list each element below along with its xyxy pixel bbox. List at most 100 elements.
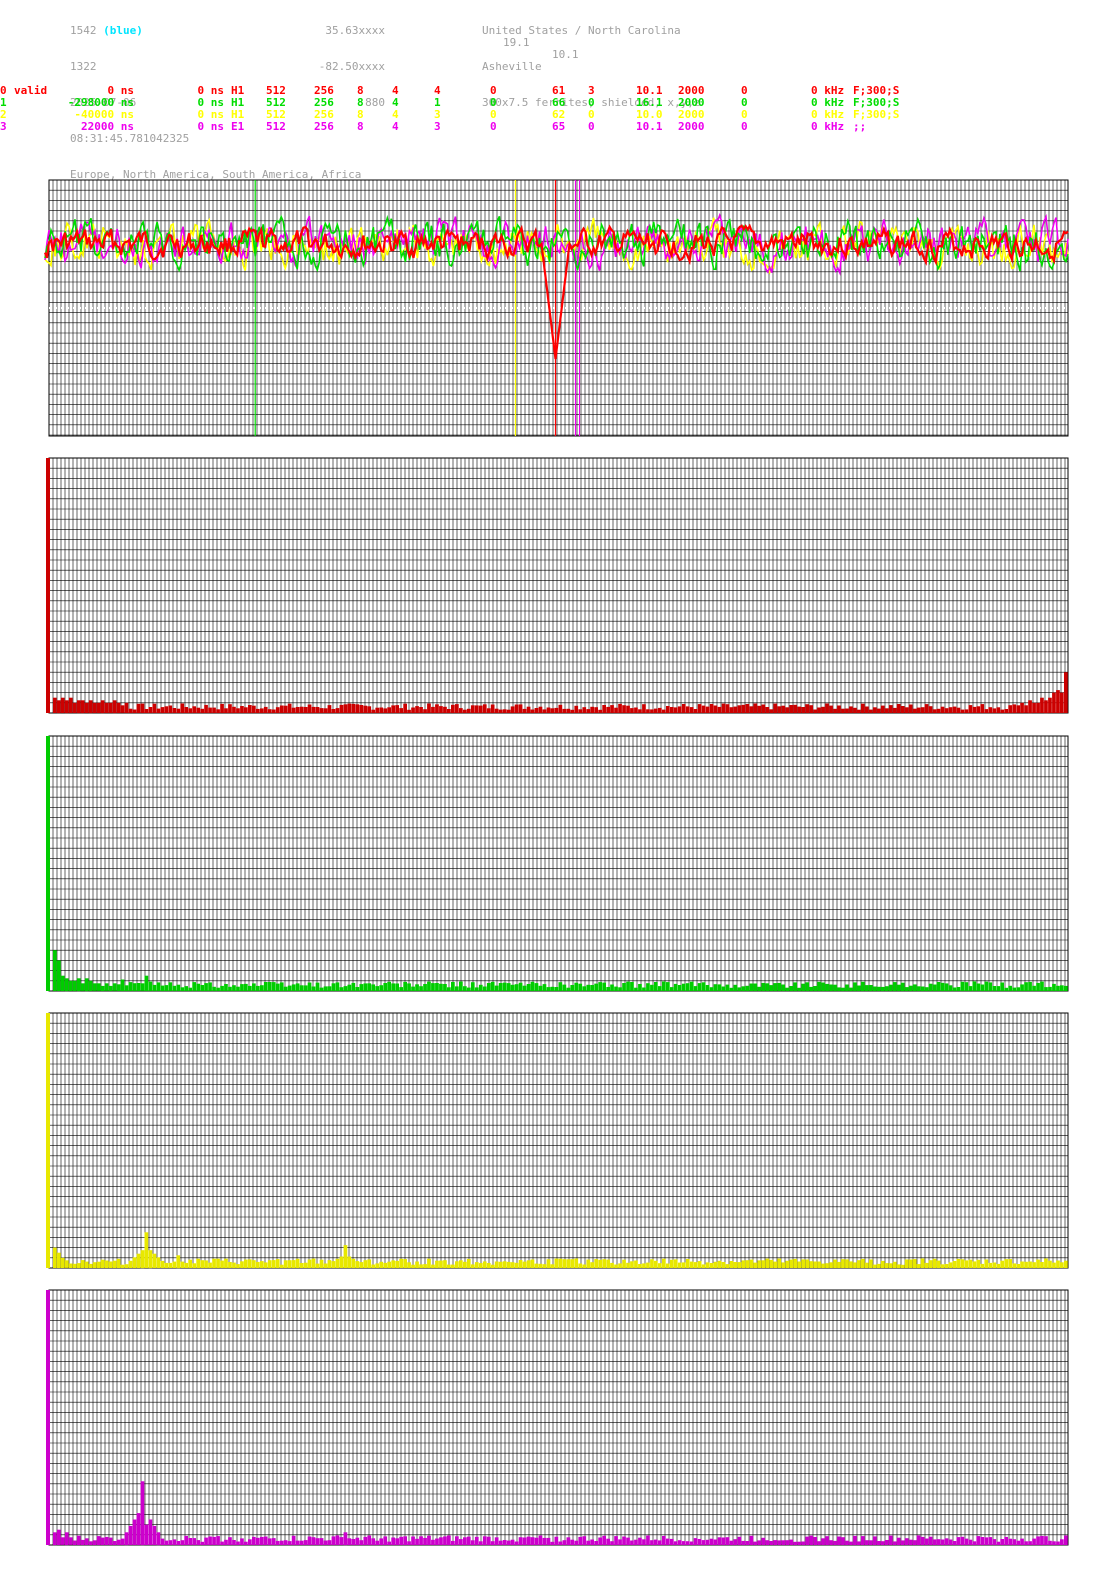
- hist-bar: [932, 984, 937, 991]
- hist-bar: [614, 1264, 618, 1268]
- hist-bar: [443, 706, 447, 713]
- level-dot: [349, 307, 351, 309]
- hist-bar: [502, 982, 507, 991]
- level-dot: [133, 307, 135, 309]
- hist-bar: [650, 709, 654, 713]
- hist-bar: [662, 709, 666, 713]
- hist-bar: [972, 1541, 977, 1545]
- hist-bar: [256, 708, 260, 713]
- hist-bar: [299, 985, 304, 991]
- level-dot: [439, 307, 441, 309]
- spectrum-chart-3: [46, 1289, 1069, 1546]
- hist-bar: [956, 1258, 961, 1268]
- hist-bar: [128, 982, 133, 991]
- hist-bar: [319, 1259, 324, 1268]
- hist-bar: [244, 1541, 248, 1545]
- level-dot: [361, 307, 363, 309]
- hist-bar: [578, 1263, 583, 1268]
- hist-bar: [224, 984, 228, 991]
- level-dot: [325, 307, 327, 309]
- hist-bar: [606, 1259, 610, 1268]
- hist-bar: [936, 1539, 941, 1545]
- hist-bar: [363, 1260, 368, 1268]
- hist-bar: [849, 1261, 853, 1268]
- hist-bar: [92, 1540, 97, 1545]
- hist-bar: [880, 986, 885, 991]
- hist-bar: [196, 707, 200, 713]
- hist-bar: [236, 986, 240, 991]
- hist-bar: [136, 1253, 141, 1268]
- hist-bar: [164, 1262, 169, 1268]
- hist-bar: [1012, 1263, 1016, 1268]
- hist-bar: [582, 1264, 587, 1268]
- level-dot: [235, 307, 237, 309]
- level-dot: [91, 307, 93, 309]
- hist-bar: [992, 986, 997, 991]
- hist-bar: [172, 985, 177, 991]
- hist-bar: [837, 705, 841, 713]
- level-dot: [1015, 307, 1017, 309]
- hist-bar: [411, 986, 415, 991]
- hist-bar: [64, 1532, 69, 1546]
- hist-bar: [403, 981, 407, 991]
- hist-bar: [666, 982, 670, 991]
- hist-bar: [132, 983, 137, 991]
- hist-bar: [1032, 1538, 1036, 1545]
- level-dot: [781, 307, 783, 309]
- hist-bar: [116, 1539, 121, 1545]
- hist-bar: [108, 1261, 113, 1268]
- hist-bar: [630, 708, 634, 713]
- hist-bar: [375, 707, 380, 713]
- hist-bar: [841, 1259, 845, 1268]
- hist-bar: [721, 703, 726, 713]
- hist-bar: [920, 986, 925, 991]
- hist-bar: [355, 704, 360, 713]
- hist-bar: [455, 1261, 459, 1268]
- hist-bar: [745, 1541, 750, 1545]
- hist-bar: [407, 983, 411, 991]
- hist-bar: [968, 1259, 973, 1268]
- hist-bar: [490, 1541, 495, 1545]
- hist-bar: [112, 1260, 117, 1268]
- hist-bar: [833, 708, 837, 713]
- hist-bar: [745, 704, 750, 713]
- hist-bar: [271, 1538, 276, 1545]
- hist-bar: [1060, 692, 1064, 713]
- hist-bar: [1016, 705, 1020, 713]
- hist-bar: [112, 983, 117, 991]
- hist-bar: [737, 1536, 742, 1545]
- hist-bar: [924, 987, 929, 991]
- hist-bar: [642, 1539, 646, 1545]
- hist-bar: [466, 1536, 471, 1545]
- hist-bar: [331, 709, 336, 713]
- hist-bar: [156, 1532, 161, 1546]
- hist-bar: [260, 1536, 264, 1545]
- hist-bar: [303, 1540, 308, 1545]
- hist-bar: [785, 987, 790, 991]
- hist-bar: [789, 705, 794, 713]
- hist-bar: [785, 707, 790, 713]
- hist-bar: [327, 986, 332, 991]
- hist-bar: [1004, 987, 1008, 991]
- hist-bar: [530, 981, 535, 991]
- hist-bar: [892, 1541, 897, 1545]
- hist-bar: [888, 705, 893, 713]
- hist-bar: [861, 1536, 865, 1545]
- hist-bar: [240, 706, 244, 713]
- longitude: -82.50xxxx: [318, 60, 385, 73]
- hist-bar: [904, 987, 909, 991]
- hist-bar: [184, 707, 188, 713]
- hist-bar: [287, 703, 292, 713]
- hist-bar: [248, 1259, 252, 1268]
- hist-bar: [427, 703, 431, 713]
- hist-bar: [590, 985, 594, 991]
- level-dot: [631, 307, 633, 309]
- hist-bar: [252, 705, 256, 713]
- hist-bar: [666, 1538, 670, 1545]
- level-dot: [685, 307, 687, 309]
- hist-bar: [80, 700, 85, 714]
- hist-bar: [1032, 985, 1036, 991]
- hist-bar: [208, 982, 212, 991]
- hist-bar: [232, 985, 236, 991]
- hist-bar: [781, 1540, 786, 1545]
